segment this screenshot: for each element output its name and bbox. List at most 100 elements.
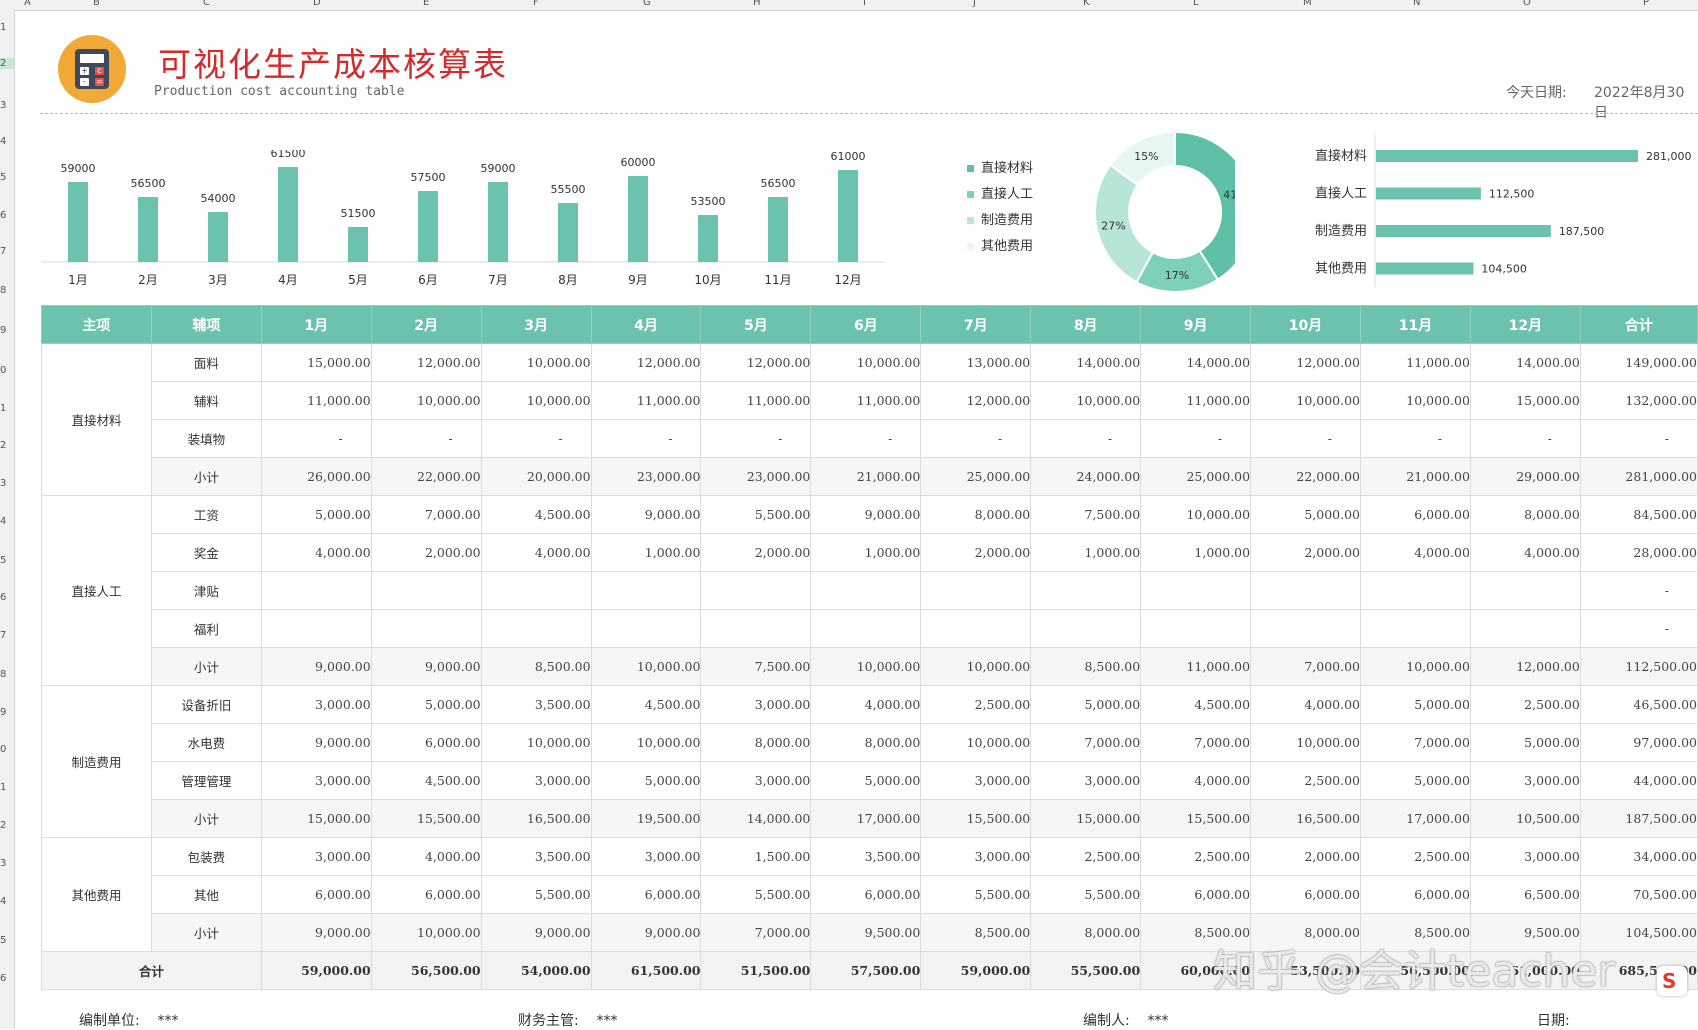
value-cell[interactable]: 11,000.00 [1360, 343, 1471, 382]
value-cell[interactable]: 5,500.00 [480, 875, 592, 914]
column-header[interactable]: E [423, 0, 429, 8]
value-cell[interactable]: 3,500.00 [480, 685, 592, 724]
value-cell[interactable]: 10,000.00 [920, 723, 1032, 762]
value-cell[interactable]: 3,000.00 [700, 761, 812, 800]
value-cell[interactable]: 15,500.00 [920, 799, 1032, 838]
value-cell[interactable]: 4,000.00 [1250, 685, 1361, 724]
value-cell[interactable]: 4,000.00 [370, 837, 482, 876]
value-cell[interactable]: 10,000.00 [1250, 381, 1361, 420]
column-header[interactable]: I [863, 0, 866, 8]
value-cell[interactable]: 24,000.00 [1030, 457, 1142, 496]
value-cell[interactable]: 5,500.00 [700, 875, 812, 914]
value-cell[interactable]: 25,000.00 [1140, 457, 1252, 496]
value-cell[interactable] [370, 609, 482, 648]
value-cell[interactable]: 10,000.00 [1360, 381, 1471, 420]
value-cell[interactable]: 6,000.00 [370, 875, 482, 914]
value-cell[interactable]: 21,000.00 [1360, 457, 1471, 496]
value-cell[interactable]: 3,000.00 [700, 685, 812, 724]
value-cell[interactable]: 7,000.00 [700, 913, 812, 952]
value-cell[interactable]: 6,500.00 [1469, 875, 1581, 914]
value-cell[interactable]: 4,000.00 [1360, 533, 1471, 572]
value-cell[interactable]: 19,500.00 [590, 799, 702, 838]
value-cell[interactable]: 2,000.00 [370, 533, 482, 572]
value-cell[interactable]: 15,000.00 [260, 799, 372, 838]
value-cell[interactable] [1140, 609, 1252, 648]
value-cell[interactable]: 12,000.00 [1469, 647, 1581, 686]
value-cell[interactable]: 11,000.00 [1140, 647, 1252, 686]
value-cell[interactable]: 10,000.00 [480, 343, 592, 382]
value-cell[interactable] [1469, 609, 1581, 648]
column-header[interactable]: N [1413, 0, 1420, 8]
value-cell[interactable]: 7,500.00 [700, 647, 812, 686]
value-cell[interactable]: 4,000.00 [480, 533, 592, 572]
row-header[interactable]: 9 [0, 325, 14, 336]
value-cell[interactable]: 12,000.00 [920, 381, 1032, 420]
column-header[interactable]: M [1303, 0, 1312, 8]
value-cell[interactable]: 6,000.00 [1250, 875, 1361, 914]
value-cell[interactable]: 4,000.00 [810, 685, 922, 724]
value-cell[interactable]: 9,000.00 [480, 913, 592, 952]
column-header[interactable]: L [1193, 0, 1199, 8]
value-cell[interactable] [480, 609, 592, 648]
column-header[interactable]: K [1083, 0, 1090, 8]
row-header[interactable]: 2 [0, 440, 14, 451]
value-cell[interactable]: 7,000.00 [1140, 723, 1252, 762]
row-header[interactable]: 1 [0, 782, 14, 793]
value-cell[interactable]: 2,500.00 [1140, 837, 1252, 876]
value-cell[interactable]: 4,500.00 [480, 495, 592, 534]
column-header[interactable]: C [203, 0, 210, 8]
value-cell[interactable]: 4,000.00 [260, 533, 372, 572]
row-header[interactable]: 2 [0, 58, 14, 69]
value-cell[interactable]: 4,500.00 [590, 685, 702, 724]
value-cell[interactable]: 2,500.00 [1250, 761, 1361, 800]
value-cell[interactable]: 6,000.00 [370, 723, 482, 762]
value-cell[interactable]: 9,000.00 [590, 913, 702, 952]
value-cell[interactable]: 3,000.00 [260, 837, 372, 876]
value-cell[interactable]: 4,500.00 [370, 761, 482, 800]
value-cell[interactable] [700, 609, 812, 648]
value-cell[interactable]: 5,500.00 [920, 875, 1032, 914]
value-cell[interactable]: 4,500.00 [1140, 685, 1252, 724]
value-cell[interactable]: 1,000.00 [590, 533, 702, 572]
value-cell[interactable]: 4,000.00 [1140, 761, 1252, 800]
row-header[interactable]: 0 [0, 744, 14, 755]
value-cell[interactable]: 10,000.00 [1030, 381, 1142, 420]
value-cell[interactable]: 10,000.00 [1360, 647, 1471, 686]
value-cell[interactable]: 29,000.00 [1469, 457, 1581, 496]
value-cell[interactable] [1140, 571, 1252, 610]
value-cell[interactable]: 6,000.00 [810, 875, 922, 914]
value-cell[interactable]: 23,000.00 [590, 457, 702, 496]
value-cell[interactable]: 7,000.00 [370, 495, 482, 534]
value-cell[interactable] [810, 609, 922, 648]
value-cell[interactable]: 11,000.00 [260, 381, 372, 420]
value-cell[interactable]: 2,000.00 [1250, 533, 1361, 572]
value-cell[interactable]: 9,000.00 [260, 913, 372, 952]
value-cell[interactable]: 281,000.00 [1579, 457, 1698, 496]
sub-item-cell[interactable]: 小计 [150, 799, 262, 838]
value-cell[interactable]: 14,000.00 [1140, 343, 1252, 382]
value-cell[interactable]: 17,000.00 [1360, 799, 1471, 838]
value-cell[interactable]: 6,000.00 [1140, 875, 1252, 914]
row-header[interactable]: 5 [0, 172, 14, 183]
value-cell[interactable]: 9,000.00 [370, 647, 482, 686]
value-cell[interactable]: 3,000.00 [590, 837, 702, 876]
value-cell[interactable]: 132,000.00 [1579, 381, 1698, 420]
sub-item-cell[interactable]: 小计 [150, 913, 262, 952]
value-cell[interactable]: 23,000.00 [700, 457, 812, 496]
row-header[interactable]: 4 [0, 516, 14, 527]
value-cell[interactable]: 8,000.00 [810, 723, 922, 762]
value-cell[interactable]: - [260, 419, 372, 458]
value-cell[interactable]: 12,000.00 [1250, 343, 1361, 382]
main-item-cell[interactable]: 直接材料 [41, 343, 152, 496]
value-cell[interactable]: 3,000.00 [1469, 837, 1581, 876]
value-cell[interactable] [590, 609, 702, 648]
value-cell[interactable]: 14,000.00 [1469, 343, 1581, 382]
total-value-cell[interactable]: 57,500.00 [810, 951, 922, 990]
value-cell[interactable]: 8,000.00 [700, 723, 812, 762]
value-cell[interactable]: 9,000.00 [260, 723, 372, 762]
value-cell[interactable]: 10,500.00 [1469, 799, 1581, 838]
value-cell[interactable]: 8,000.00 [920, 495, 1032, 534]
total-value-cell[interactable]: 51,500.00 [700, 951, 812, 990]
total-value-cell[interactable]: 59,000.00 [920, 951, 1032, 990]
value-cell[interactable]: 20,000.00 [480, 457, 592, 496]
